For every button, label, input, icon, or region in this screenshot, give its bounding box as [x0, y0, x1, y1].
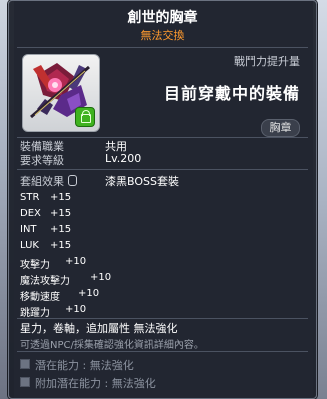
level-label: 要求等級 — [20, 154, 64, 167]
stat-row: INT +15 — [20, 224, 71, 235]
set-effect: 套組效果 漆黑BOSS套裝 — [20, 173, 179, 189]
level-requirement: 要求等級 Lv.200 — [20, 152, 141, 168]
stat-value: +15 — [50, 240, 72, 251]
potential-icon — [20, 359, 30, 369]
stat-row: LUK +15 — [20, 240, 71, 251]
stat-label: LUK — [20, 240, 39, 251]
slot-badge: 胸章 — [261, 119, 300, 137]
stat-value: +15 — [50, 224, 72, 235]
stat-value: +15 — [50, 208, 72, 219]
stat-value: +15 — [50, 192, 72, 203]
stat-row: 魔法攻擊力 +10 — [20, 272, 111, 287]
stat-label: INT — [20, 224, 37, 235]
additional-potential-text: 附加潛在能力 : 無法強化 — [35, 377, 156, 390]
stat-value: +10 — [90, 272, 112, 283]
trade-status: 無法交換 — [140, 29, 185, 42]
stat-value: +10 — [65, 256, 87, 267]
potential-row: 潛在能力 : 無法強化 — [20, 357, 134, 373]
stat-label: DEX — [20, 208, 41, 219]
clip-icon — [68, 175, 77, 186]
stat-row: STR +15 — [20, 192, 71, 203]
equipped-status: 目前穿戴中的裝備 — [163, 84, 300, 103]
divider — [17, 169, 308, 170]
divider — [17, 351, 308, 352]
enhance-restriction: 星力，卷軸，追加屬性 無法強化 — [20, 322, 178, 335]
stat-label: 魔法攻擊力 — [20, 276, 70, 287]
stat-label: 移動速度 — [20, 292, 60, 303]
set-effect-label: 套組效果 — [20, 175, 64, 188]
item-icon-frame — [22, 54, 100, 132]
enhance-info: 可透過NPC/採集確認強化資訊詳細內容。 — [20, 340, 204, 351]
stat-label: 攻擊力 — [20, 260, 50, 271]
stat-row: DEX +15 — [20, 208, 71, 219]
potential-icon — [20, 377, 30, 387]
item-name: 創世的胸章 — [127, 10, 198, 26]
divider — [17, 318, 308, 319]
item-tooltip: 創世的胸章 無法交換 戰鬥力提升量 目前穿戴中的裝備 胸章 裝備職業 共用 要求… — [8, 0, 317, 399]
stat-value: +10 — [65, 304, 87, 315]
stat-row: 移動速度 +10 — [20, 288, 99, 303]
stat-label: STR — [20, 192, 40, 203]
potential-text: 潛在能力 : 無法強化 — [35, 359, 134, 372]
set-effect-value: 漆黑BOSS套裝 — [105, 175, 179, 188]
divider — [17, 47, 308, 48]
stat-row: 跳躍力 +10 — [20, 304, 86, 319]
stat-value: +10 — [78, 288, 100, 299]
additional-potential-row: 附加潛在能力 : 無法強化 — [20, 375, 156, 391]
lock-icon — [75, 107, 95, 127]
level-value: Lv.200 — [105, 152, 142, 165]
stat-row: 攻擊力 +10 — [20, 256, 86, 271]
combat-power-label: 戰鬥力提升量 — [234, 55, 300, 68]
